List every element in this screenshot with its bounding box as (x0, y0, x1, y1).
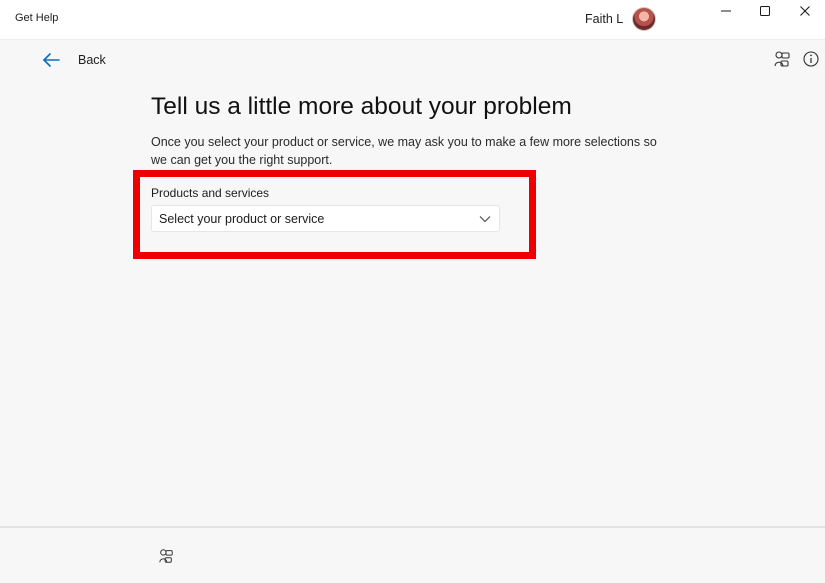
app-title: Get Help (15, 12, 59, 24)
product-select-placeholder: Select your product or service (159, 211, 325, 226)
user-name: Faith L (585, 12, 624, 26)
footer-bar (0, 526, 825, 583)
footer-feedback-button[interactable] (158, 548, 174, 564)
chevron-down-icon (479, 215, 491, 222)
maximize-icon (760, 6, 770, 16)
info-icon (803, 51, 819, 67)
close-button[interactable] (785, 0, 825, 22)
feedback-icon (159, 549, 173, 563)
user-account[interactable]: Faith L (585, 6, 657, 32)
back-button[interactable]: Back (42, 49, 106, 71)
arrow-left-icon (43, 53, 60, 67)
feedback-button[interactable] (773, 50, 791, 68)
minimize-button[interactable] (706, 0, 746, 22)
feedback-icon (774, 51, 790, 67)
page-title: Tell us a little more about your problem (151, 93, 572, 120)
maximize-button[interactable] (745, 0, 785, 22)
get-help-window: Get Help Faith L Back Tell us a little m… (0, 0, 825, 583)
avatar[interactable] (632, 7, 657, 31)
page-description: Once you select your product or service,… (151, 135, 657, 167)
product-select-dropdown[interactable]: Select your product or service (151, 205, 500, 232)
minimize-icon (721, 10, 731, 12)
close-icon (800, 6, 810, 16)
products-field-label: Products and services (151, 186, 270, 200)
title-bar: Get Help Faith L (0, 0, 825, 40)
info-button[interactable] (802, 50, 820, 68)
back-label: Back (78, 53, 106, 67)
